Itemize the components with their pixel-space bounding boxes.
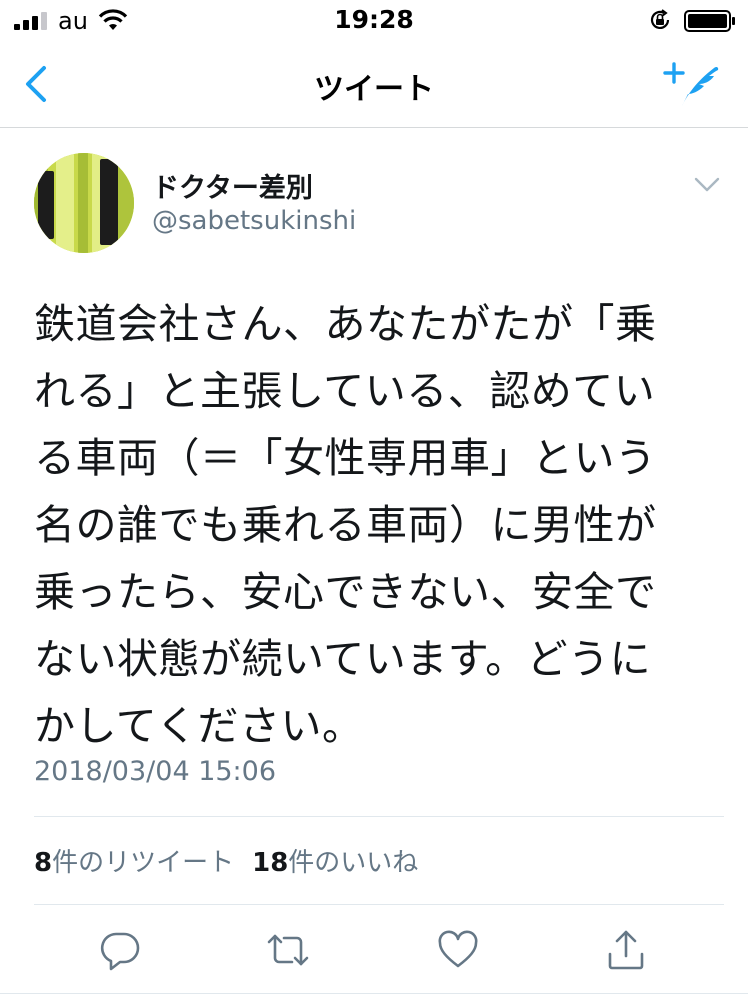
avatar-image bbox=[34, 153, 134, 253]
retweet-count: 8 bbox=[34, 848, 53, 878]
tweet-line: ない状態が続いています。どうに bbox=[34, 635, 652, 683]
status-bar: au 19:28 bbox=[0, 0, 748, 40]
engagement-stats: 8件のリツイート 18件のいいね bbox=[34, 842, 418, 879]
tweet-line: 乗ったら、安心できない、安全で bbox=[34, 568, 657, 616]
battery-icon bbox=[684, 10, 735, 32]
share-icon[interactable] bbox=[604, 928, 648, 972]
avatar[interactable] bbox=[34, 153, 134, 253]
tweet-line: れる」と主張している、認めてい bbox=[34, 367, 656, 415]
page-title: ツイート bbox=[314, 72, 434, 107]
chevron-down-icon[interactable] bbox=[694, 176, 720, 194]
author-handle[interactable]: @sabetsukinshi bbox=[152, 206, 356, 236]
tweet-line: かしてください。 bbox=[34, 702, 364, 750]
tweet-timestamp: 2018/03/04 15:06 bbox=[34, 756, 277, 787]
retweet-label: 件のリツイート bbox=[52, 848, 235, 878]
navigation-bar: ツイート bbox=[0, 40, 748, 128]
retweet-icon[interactable] bbox=[266, 928, 310, 972]
like-label: 件のいいね bbox=[288, 848, 419, 878]
tweet-text: 鉄道会社さん、あなたがたが「乗 れる」と主張している、認めてい る車両（＝「女性… bbox=[34, 291, 724, 760]
reply-icon[interactable] bbox=[98, 928, 142, 972]
tweet-line: る車両（＝「女性専用車」という bbox=[34, 434, 657, 482]
tweet-actions bbox=[0, 920, 748, 980]
tweet-line: 名の誰でも乗れる車両）に男性が bbox=[34, 501, 657, 549]
status-time: 19:28 bbox=[334, 5, 414, 34]
like-stat[interactable]: 18件のいいね bbox=[252, 848, 418, 878]
tweet-line: 鉄道会社さん、あなたがたが「乗 bbox=[34, 300, 657, 348]
like-count: 18 bbox=[252, 848, 289, 878]
divider bbox=[34, 904, 724, 905]
divider bbox=[34, 816, 724, 817]
like-icon[interactable] bbox=[436, 928, 480, 972]
compose-tweet-icon[interactable] bbox=[662, 60, 722, 110]
author-display-name[interactable]: ドクター差別 bbox=[152, 166, 313, 205]
divider bbox=[0, 993, 748, 994]
retweet-stat[interactable]: 8件のリツイート bbox=[34, 848, 234, 878]
orientation-lock-icon bbox=[650, 9, 670, 29]
